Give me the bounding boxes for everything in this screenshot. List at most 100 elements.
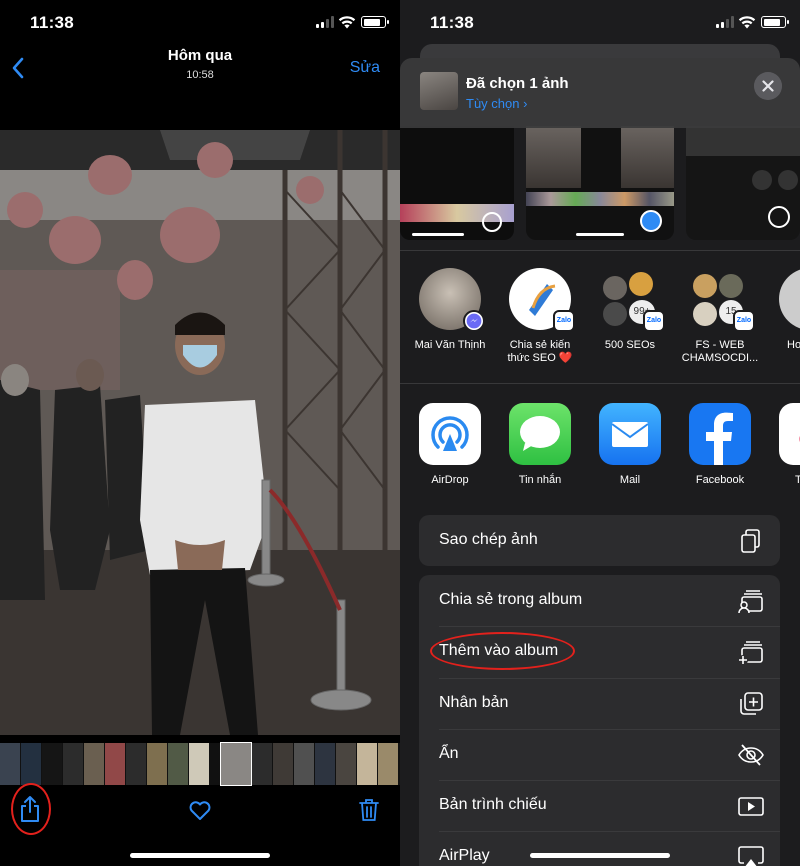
shared-album-icon — [738, 590, 763, 614]
app-facebook[interactable]: Facebook — [675, 403, 765, 486]
photo-filmstrip[interactable] — [0, 742, 400, 786]
status-time: 11:38 — [30, 13, 75, 32]
contacts-row: Mai Văn Thịnh Zalo Chia sẻ kiến thức SEO… — [400, 268, 800, 368]
selected-photo-thumbnail — [420, 72, 458, 110]
edit-button[interactable]: Sửa — [350, 59, 380, 77]
filmstrip-thumb[interactable] — [63, 743, 83, 785]
contact-name: 500 SEOs — [604, 339, 656, 351]
photo-illustration — [0, 130, 400, 735]
share-icon[interactable] — [18, 795, 42, 823]
options-link[interactable]: Tùy chọn › — [466, 96, 527, 111]
avatar: Zalo — [509, 268, 575, 332]
preview-card-selected[interactable] — [526, 126, 674, 240]
share-sheet: Đã chọn 1 ảnh Tùy chọn › Mai Văn Thịnh Z… — [400, 58, 800, 866]
photo-date-title: Hôm qua — [167, 47, 233, 64]
filmstrip-thumb[interactable] — [315, 743, 335, 785]
filmstrip-current-thumb[interactable] — [220, 742, 252, 786]
photo-toolbar — [0, 783, 400, 835]
action-label: Chia sẻ trong album — [439, 591, 583, 608]
filmstrip-thumb[interactable] — [294, 743, 314, 785]
contact-partial[interactable]: Ho — [765, 268, 800, 352]
battery-icon — [361, 16, 389, 28]
filmstrip-thumb[interactable] — [252, 743, 272, 785]
filmstrip-thumb[interactable] — [210, 743, 220, 785]
contact-name-line2: CHAMSOCDI... — [681, 352, 759, 364]
share-sheet-screen: 11:38 Đã chọn 1 ảnh Tùy chọn › Mai Văn T… — [400, 0, 800, 866]
heart-icon[interactable] — [189, 801, 211, 821]
action-add-to-album[interactable]: Thêm vào album — [419, 626, 780, 677]
filmstrip-thumb[interactable] — [189, 743, 209, 785]
apps-row: AirDrop Tin nhắn Mail Facebook T — [400, 403, 800, 503]
contact-name: Mai Văn Thịnh — [414, 339, 486, 351]
tiktok-icon — [779, 403, 800, 465]
contact-chia-se-kien-thuc-seo[interactable]: Zalo Chia sẻ kiến thức SEO ❤️ — [495, 268, 585, 365]
action-airplay[interactable]: AirPlay — [419, 831, 780, 866]
cellular-signal-icon — [716, 16, 734, 28]
wifi-icon — [738, 16, 756, 29]
action-share-in-album[interactable]: Chia sẻ trong album — [419, 575, 780, 626]
divider — [400, 250, 800, 251]
messages-icon — [509, 403, 571, 465]
divider — [400, 383, 800, 384]
contact-name-line2: thức SEO ❤️ — [507, 352, 573, 364]
action-slideshow[interactable]: Bản trình chiếu — [419, 780, 780, 831]
preview-card[interactable] — [400, 126, 514, 240]
app-name: AirDrop — [431, 474, 469, 486]
contact-fs-web-chamsocdi[interactable]: 15 Zalo FS - WEB CHAMSOCDI... — [675, 268, 765, 365]
filmstrip-thumb[interactable] — [105, 743, 125, 785]
battery-icon — [761, 16, 789, 28]
filmstrip-thumb[interactable] — [0, 743, 20, 785]
status-bar: 11:38 — [400, 0, 800, 44]
zalo-icon: Zalo — [733, 310, 755, 332]
filmstrip-thumb[interactable] — [84, 743, 104, 785]
action-label: Thêm vào album — [439, 642, 559, 660]
preview-card[interactable] — [686, 126, 800, 240]
selection-title: Đã chọn 1 ảnh — [466, 75, 569, 92]
photo-viewer-screen: 11:38 Hôm qua 10:58 Sửa — [0, 0, 400, 866]
app-name: T — [795, 474, 800, 486]
action-duplicate[interactable]: Nhân bản — [419, 677, 780, 729]
airplay-icon — [738, 846, 764, 866]
action-hide[interactable]: Ẩn — [419, 728, 780, 780]
status-time: 11:38 — [430, 13, 475, 32]
filmstrip-thumb[interactable] — [168, 743, 188, 785]
action-group-copy: Sao chép ảnh — [419, 515, 780, 567]
action-label: Sao chép ảnh — [439, 531, 538, 548]
hide-icon — [738, 744, 764, 766]
action-copy-photo[interactable]: Sao chép ảnh — [419, 515, 780, 566]
filmstrip-thumb[interactable] — [273, 743, 293, 785]
app-airdrop[interactable]: AirDrop — [405, 403, 495, 486]
messenger-icon — [463, 310, 485, 332]
airdrop-icon — [419, 403, 481, 465]
app-messages[interactable]: Tin nhắn — [495, 403, 585, 486]
suggested-previews — [400, 126, 800, 240]
filmstrip-thumb[interactable] — [336, 743, 356, 785]
cellular-signal-icon — [316, 16, 334, 28]
contact-500-seos[interactable]: 99+ Zalo 500 SEOs — [585, 268, 675, 352]
filmstrip-thumb[interactable] — [357, 743, 377, 785]
facebook-icon — [689, 403, 751, 465]
duplicate-icon — [740, 691, 763, 715]
app-tiktok[interactable]: T — [765, 403, 800, 486]
trash-icon[interactable] — [358, 798, 380, 822]
filmstrip-thumb[interactable] — [42, 743, 62, 785]
avatar — [419, 268, 485, 332]
photo-nav-bar: Hôm qua 10:58 Sửa — [0, 44, 400, 90]
copy-icon — [741, 529, 760, 553]
app-name: Mail — [619, 474, 641, 486]
contact-name: Chia sẻ kiến — [509, 339, 571, 351]
filmstrip-thumb[interactable] — [147, 743, 167, 785]
filmstrip-thumb[interactable] — [21, 743, 41, 785]
action-group-album: Chia sẻ trong album Thêm vào album Nhân … — [419, 575, 780, 866]
filmstrip-thumb[interactable] — [126, 743, 146, 785]
filmstrip-thumb[interactable] — [378, 743, 398, 785]
app-mail[interactable]: Mail — [585, 403, 675, 486]
close-icon[interactable] — [754, 72, 782, 100]
photo-content[interactable] — [0, 130, 400, 735]
slideshow-icon — [738, 797, 764, 816]
action-label: Ẩn — [439, 744, 459, 762]
contact-name: Ho — [787, 339, 800, 351]
group-avatar: 15 Zalo — [689, 268, 755, 332]
home-indicator — [130, 853, 270, 858]
contact-mai-van-thinh[interactable]: Mai Văn Thịnh — [405, 268, 495, 352]
